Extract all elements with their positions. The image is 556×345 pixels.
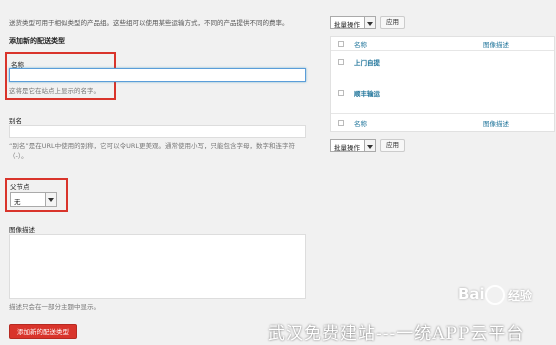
col-header-desc[interactable]: 图像描述 [483, 39, 509, 49]
intro-text: 送货类型可用于相似类型的产品组。这些组可以使用某些运输方式，不同的产品提供不同的… [9, 19, 289, 27]
apply-button-top[interactable]: 应用 [380, 16, 405, 29]
row-checkbox[interactable] [338, 59, 344, 65]
slug-help: “别名”是在URL中使用的别称，它可以令URL更美观。通常使用小写，只能包含字母… [9, 142, 296, 160]
desc-textarea[interactable] [9, 234, 306, 299]
col-footer-desc[interactable]: 图像描述 [483, 118, 509, 128]
table-row-name[interactable]: 顺丰输运 [354, 88, 380, 98]
bulk-select-value-bottom: 批量操作 [334, 144, 360, 152]
chevron-down-icon [364, 140, 375, 151]
select-all-checkbox-footer[interactable] [338, 120, 344, 126]
desc-label: 图像描述 [9, 226, 35, 234]
divider [331, 50, 554, 51]
chevron-down-icon [45, 193, 56, 206]
bulk-action-select-bottom[interactable]: 批量操作 [330, 139, 376, 152]
row-checkbox[interactable] [338, 90, 344, 96]
col-header-name[interactable]: 名称 [354, 39, 367, 49]
bulk-action-select-top[interactable]: 批量操作 [330, 16, 376, 29]
baidu-paw-icon [485, 285, 505, 305]
col-footer-name[interactable]: 名称 [354, 118, 367, 128]
name-help: 这将是它在站点上显示的名字。 [9, 87, 100, 95]
desc-help: 描述只会在一部分主题中显示。 [9, 303, 100, 311]
slug-input[interactable] [9, 125, 306, 138]
select-all-checkbox[interactable] [338, 41, 344, 47]
apply-button-bottom[interactable]: 应用 [380, 139, 405, 152]
slug-label: 别名 [9, 117, 22, 125]
divider [331, 113, 554, 114]
baidu-brand: Bai [458, 285, 485, 303]
add-shipping-class-button[interactable]: 添加新的配送类型 [9, 324, 77, 339]
baidu-watermark-text: Bai [458, 285, 485, 303]
shipping-class-table: 名称 图像描述 上门自提 顺丰输运 名称 图像描述 [330, 36, 555, 132]
parent-label: 父节点 [10, 183, 30, 191]
baidu-jingyan-text: 经验 [508, 289, 533, 303]
parent-select-value: 无 [14, 198, 21, 206]
chevron-down-icon [364, 17, 375, 28]
section-title: 添加新的配送类型 [9, 37, 65, 45]
bulk-select-value-top: 批量操作 [334, 21, 360, 29]
parent-select[interactable]: 无 [10, 192, 57, 207]
table-row-name[interactable]: 上门自提 [354, 57, 380, 67]
watermark-caption: 武汉免费建站---一统APP云平台 [268, 324, 525, 344]
name-input[interactable] [9, 68, 306, 82]
